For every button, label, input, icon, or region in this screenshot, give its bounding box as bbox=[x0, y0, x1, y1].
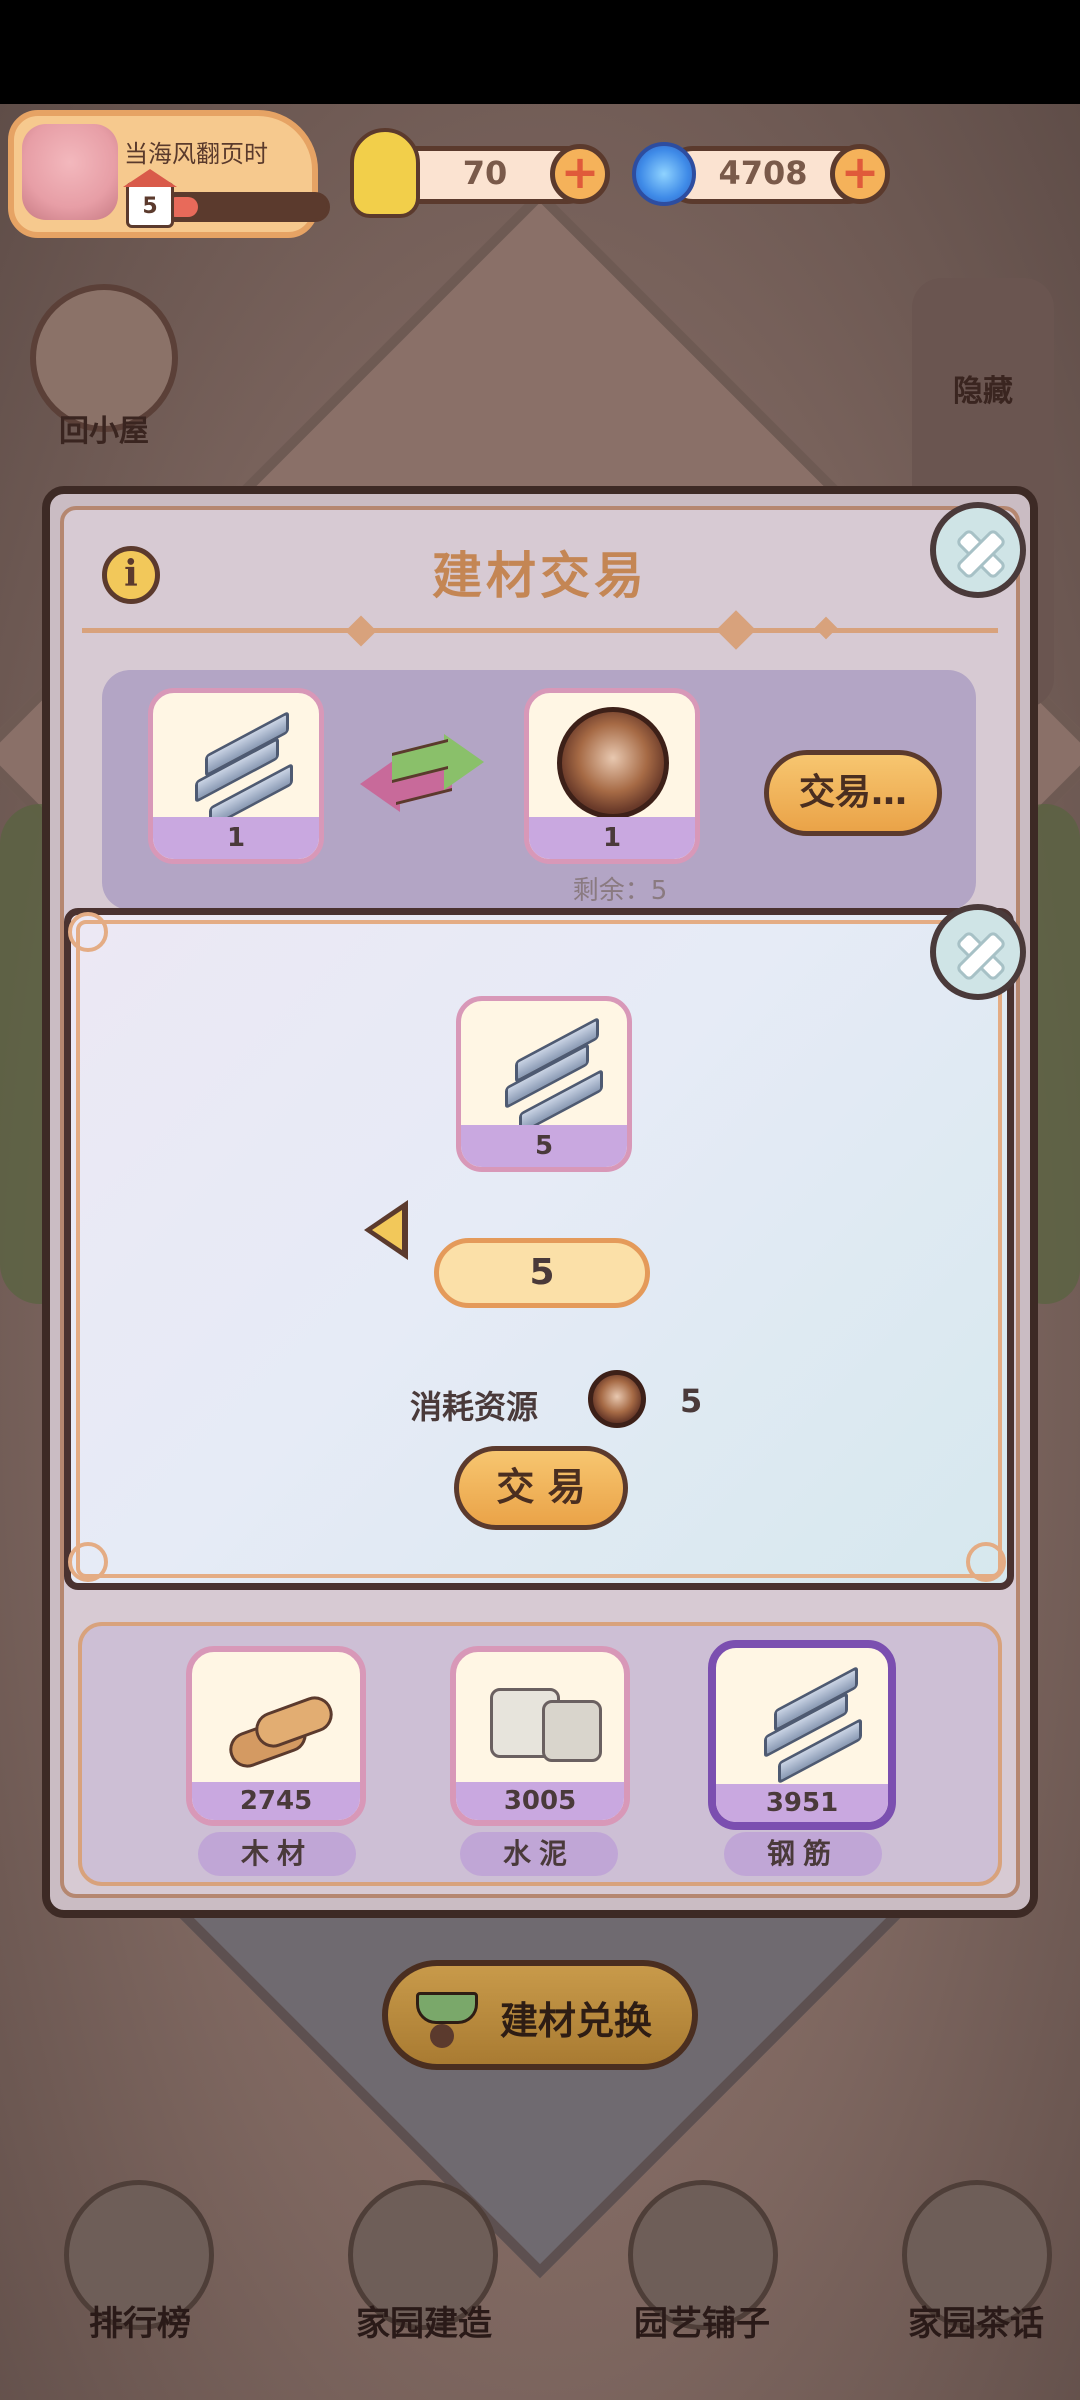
currency-value: 4708 bbox=[718, 154, 808, 192]
get-item-card: 1 bbox=[524, 688, 700, 864]
player-avatar[interactable] bbox=[22, 124, 118, 220]
status-bar bbox=[0, 0, 1080, 104]
swap-arrows-icon bbox=[360, 730, 484, 812]
close-dialog-button[interactable] bbox=[930, 904, 1026, 1000]
panel-title: 建材交易 bbox=[432, 547, 648, 605]
trade-button[interactable]: 交易… bbox=[764, 750, 942, 836]
material-count: 2745 bbox=[239, 1786, 313, 1816]
wheelbarrow-icon bbox=[410, 1982, 490, 2052]
material-exchange-label: 建材兑换 bbox=[500, 1999, 653, 2043]
close-panel-button[interactable] bbox=[930, 502, 1026, 598]
get-count: 1 bbox=[602, 823, 622, 853]
cost-label: 消耗资源 bbox=[410, 1388, 539, 1426]
material-card-wood[interactable]: 2745 bbox=[186, 1646, 366, 1826]
player-name: 当海风翻页时 bbox=[124, 140, 268, 168]
material-label: 木材 bbox=[198, 1832, 356, 1876]
material-label: 水泥 bbox=[460, 1832, 618, 1876]
hide-label[interactable]: 隐藏 bbox=[912, 366, 1054, 410]
swirl-icon bbox=[632, 142, 696, 206]
confirm-trade-button[interactable]: 交 易 bbox=[454, 1446, 628, 1530]
material-count: 3005 bbox=[503, 1786, 577, 1816]
coin-icon bbox=[557, 707, 669, 819]
snail-icon bbox=[350, 128, 420, 218]
dialog-item-count: 5 bbox=[534, 1131, 554, 1161]
title-divider bbox=[82, 628, 998, 633]
corner-ornament bbox=[68, 912, 108, 952]
material-card-rebar[interactable]: 3951 bbox=[708, 1640, 896, 1830]
quantity-field[interactable]: 5 bbox=[434, 1238, 650, 1308]
dialog-item-card: 5 bbox=[456, 996, 632, 1172]
add-snail-button[interactable]: + bbox=[550, 144, 610, 204]
currency-value: 70 bbox=[462, 154, 508, 192]
cost-value: 5 bbox=[680, 1382, 703, 1420]
chevron-left-icon bbox=[372, 1210, 402, 1250]
material-card-cement[interactable]: 3005 bbox=[450, 1646, 630, 1826]
material-label: 钢筋 bbox=[724, 1832, 882, 1876]
add-swirl-button[interactable]: + bbox=[830, 144, 890, 204]
corner-ornament bbox=[966, 1542, 1006, 1582]
nav-garden-shop-label[interactable]: 园艺铺子 bbox=[602, 2296, 802, 2345]
wood-icon bbox=[224, 1691, 338, 1773]
give-count: 1 bbox=[226, 823, 246, 853]
nav-leaderboard-label[interactable]: 排行榜 bbox=[40, 2296, 240, 2345]
coin-icon bbox=[588, 1370, 646, 1428]
cement-icon bbox=[490, 1682, 602, 1768]
remaining-count: 剩余：5 bbox=[572, 876, 668, 906]
nav-chat-label[interactable]: 家园茶话 bbox=[876, 2296, 1076, 2345]
home-label: 回小屋 bbox=[59, 414, 149, 449]
player-level: 5 bbox=[142, 194, 158, 219]
corner-ornament bbox=[68, 1542, 108, 1582]
nav-build-label[interactable]: 家园建造 bbox=[324, 2296, 524, 2345]
material-count: 3951 bbox=[765, 1788, 839, 1818]
give-item-card: 1 bbox=[148, 688, 324, 864]
